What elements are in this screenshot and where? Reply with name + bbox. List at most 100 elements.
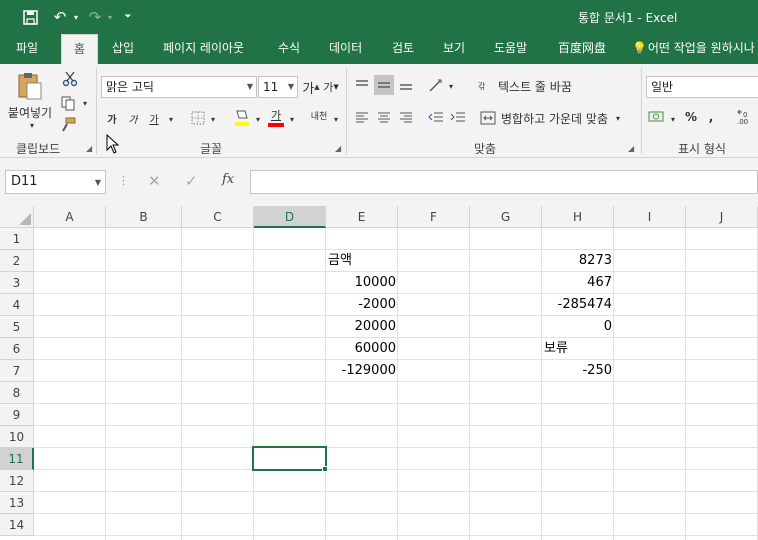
cell-e5[interactable]: 20000 — [326, 316, 398, 338]
clipboard-launcher-icon[interactable]: ◢ — [86, 144, 92, 153]
font-launcher-icon[interactable]: ◢ — [335, 144, 341, 153]
column-header-j[interactable]: J — [686, 206, 758, 228]
decrease-font-size-button[interactable]: 가 ▼ — [322, 77, 340, 97]
italic-button[interactable]: 가 — [125, 108, 141, 128]
increase-font-size-button[interactable]: 가 ▲ — [302, 77, 320, 97]
font-color-dropdown-icon[interactable]: ▾ — [287, 112, 297, 126]
wrap-text-button[interactable]: 갂 텍스트 줄 바꿈 — [478, 75, 602, 97]
column-header-a[interactable]: A — [34, 206, 106, 228]
cell-e7[interactable]: -129000 — [326, 360, 398, 382]
row-header-13[interactable]: 13 — [0, 492, 34, 514]
tab-file[interactable]: 파일 — [16, 34, 38, 64]
row-header-11[interactable]: 11 — [0, 448, 34, 470]
select-all-corner[interactable] — [0, 206, 34, 228]
tab-home[interactable]: 홈 — [61, 34, 98, 64]
accounting-dropdown-icon[interactable]: ▾ — [668, 112, 678, 126]
cell-e4[interactable]: -2000 — [326, 294, 398, 316]
number-format-combo[interactable]: 일반 — [646, 76, 758, 98]
column-header-i[interactable]: I — [614, 206, 686, 228]
formula-input[interactable] — [250, 170, 758, 194]
increase-indent-icon[interactable] — [448, 107, 468, 127]
tab-formulas[interactable]: 수식 — [278, 34, 300, 64]
tell-me-search[interactable]: 💡 어떤 작업을 원하시나 — [632, 34, 755, 64]
align-top-icon[interactable] — [352, 75, 372, 95]
align-right-icon[interactable] — [396, 107, 416, 127]
borders-icon[interactable] — [188, 108, 208, 128]
percent-style-button[interactable]: % — [682, 107, 700, 127]
row-header-1[interactable]: 1 — [0, 228, 34, 250]
insert-function-button[interactable]: fx — [222, 172, 234, 187]
format-painter-icon[interactable] — [58, 116, 78, 134]
row-header-7[interactable]: 7 — [0, 360, 34, 382]
column-header-e[interactable]: E — [326, 206, 398, 228]
tab-insert[interactable]: 삽입 — [112, 34, 134, 64]
undo-icon[interactable]: ↶ — [50, 7, 70, 27]
align-center-icon[interactable] — [374, 107, 394, 127]
align-left-icon[interactable] — [352, 107, 372, 127]
align-middle-icon[interactable] — [374, 75, 394, 95]
underline-dropdown-icon[interactable]: ▾ — [166, 112, 176, 126]
cell-h6[interactable]: 보류 — [542, 338, 614, 360]
bold-button[interactable]: 가 — [104, 108, 120, 128]
cell-e3[interactable]: 10000 — [326, 272, 398, 294]
column-header-d[interactable]: D — [254, 206, 326, 228]
alignment-launcher-icon[interactable]: ◢ — [628, 144, 634, 153]
orientation-icon[interactable] — [426, 75, 446, 95]
row-header-3[interactable]: 3 — [0, 272, 34, 294]
tab-page-layout[interactable]: 페이지 레이아웃 — [163, 34, 244, 64]
column-header-h[interactable]: H — [542, 206, 614, 228]
column-header-f[interactable]: F — [398, 206, 470, 228]
fill-color-dropdown-icon[interactable]: ▾ — [253, 112, 263, 126]
decrease-indent-icon[interactable] — [426, 107, 446, 127]
cell-h5[interactable]: 0 — [542, 316, 614, 338]
row-header-2[interactable]: 2 — [0, 250, 34, 272]
cell-e2[interactable]: 금액 — [326, 250, 398, 272]
paste-label[interactable]: 붙여넣기 — [3, 104, 57, 120]
row-header-12[interactable]: 12 — [0, 470, 34, 492]
save-icon[interactable] — [20, 7, 40, 27]
row-header-10[interactable]: 10 — [0, 426, 34, 448]
row-header-4[interactable]: 4 — [0, 294, 34, 316]
formula-bar-splitter-icon[interactable]: ⋮ — [118, 174, 129, 187]
customize-toolbar-icon[interactable]: ⏷ — [122, 7, 134, 27]
phonetic-dropdown-icon[interactable]: ▾ — [331, 112, 341, 126]
fill-color-icon[interactable] — [232, 108, 252, 128]
copy-icon[interactable] — [58, 94, 78, 112]
row-header-9[interactable]: 9 — [0, 404, 34, 426]
underline-button[interactable]: 가 — [146, 108, 162, 128]
column-header-c[interactable]: C — [182, 206, 254, 228]
borders-dropdown-icon[interactable]: ▾ — [208, 112, 218, 126]
cell-h2[interactable]: 8273 — [542, 250, 614, 272]
cell-h7[interactable]: -250 — [542, 360, 614, 382]
font-color-button[interactable]: 가 — [266, 107, 286, 129]
cell-e6[interactable]: 60000 — [326, 338, 398, 360]
paste-button[interactable] — [12, 70, 48, 102]
selected-cell-d11[interactable] — [252, 446, 327, 471]
undo-dropdown-icon[interactable]: ▾ — [71, 7, 81, 27]
orientation-dropdown-icon[interactable]: ▾ — [446, 79, 456, 93]
tab-review[interactable]: 검토 — [392, 34, 414, 64]
tab-data[interactable]: 데이터 — [329, 34, 362, 64]
row-header-14[interactable]: 14 — [0, 514, 34, 536]
tab-help[interactable]: 도움말 — [494, 34, 527, 64]
copy-dropdown-icon[interactable]: ▾ — [80, 96, 90, 110]
row-header-6[interactable]: 6 — [0, 338, 34, 360]
cell-h3[interactable]: 467 — [542, 272, 614, 294]
font-name-combo[interactable]: 맑은 고딕 ▼ — [101, 76, 257, 98]
column-header-b[interactable]: B — [106, 206, 182, 228]
row-header-5[interactable]: 5 — [0, 316, 34, 338]
cell-h4[interactable]: -285474 — [542, 294, 614, 316]
tab-view[interactable]: 보기 — [443, 34, 465, 64]
merge-center-button[interactable]: 병합하고 가운데 맞춤 ▾ — [480, 107, 640, 129]
column-header-g[interactable]: G — [470, 206, 542, 228]
font-size-combo[interactable]: 11 ▼ — [258, 76, 298, 98]
fill-handle[interactable] — [322, 466, 328, 472]
name-box[interactable]: D11 ▼ — [5, 170, 106, 194]
paste-dropdown-icon[interactable]: ▾ — [26, 120, 38, 130]
cut-icon[interactable] — [60, 70, 80, 88]
tab-baidu-netdisk[interactable]: 百度网盘 — [558, 34, 606, 64]
align-bottom-icon[interactable] — [396, 75, 416, 95]
row-header-8[interactable]: 8 — [0, 382, 34, 404]
comma-style-button[interactable]: , — [704, 107, 718, 127]
accounting-format-icon[interactable] — [646, 107, 668, 127]
